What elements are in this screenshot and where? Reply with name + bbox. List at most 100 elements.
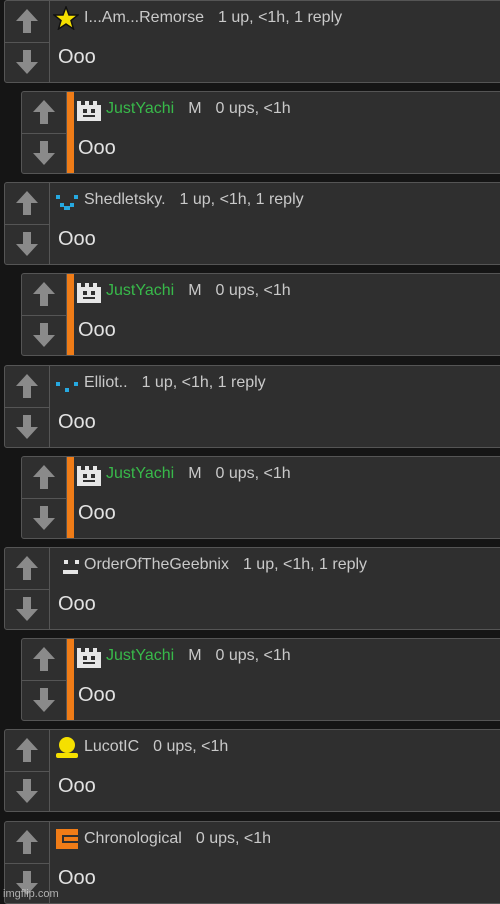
mod-badge: M: [188, 647, 202, 664]
arrow-up-icon: [33, 282, 55, 306]
comment-meta: 0 ups, <1h: [215, 282, 291, 299]
comment-meta: 0 ups, <1h: [153, 738, 229, 755]
username[interactable]: Elliot..: [84, 374, 128, 392]
upvote-button[interactable]: [5, 730, 49, 772]
arrow-up-icon: [33, 100, 55, 124]
mod-badge: M: [188, 465, 202, 482]
arrow-down-icon: [16, 50, 38, 74]
star-icon: [53, 6, 81, 30]
comment: Elliot.. 1 up, <1h, 1 reply Ooo: [4, 365, 500, 448]
vote-column: [5, 1, 50, 82]
vote-column: [5, 183, 50, 264]
comment: LucotIC 0 ups, <1h Ooo: [4, 729, 500, 812]
reply-comment: JustYachi M 0 ups, <1h Ooo: [21, 456, 500, 539]
upvote-button[interactable]: [5, 1, 49, 43]
username[interactable]: JustYachi: [106, 282, 174, 300]
arrow-down-icon: [33, 323, 55, 347]
reply-comment: JustYachi M 0 ups, <1h Ooo: [21, 638, 500, 721]
arrow-up-icon: [16, 830, 38, 854]
downvote-button[interactable]: [22, 498, 66, 538]
username[interactable]: LucotIC: [84, 738, 139, 756]
vote-column: [22, 92, 67, 173]
username[interactable]: OrderOfTheGeebnix: [84, 556, 229, 574]
reply-indicator-bar: [67, 457, 74, 538]
downvote-button[interactable]: [22, 133, 66, 173]
arrow-down-icon: [16, 779, 38, 803]
comment-meta: 1 up, <1h, 1 reply: [141, 374, 266, 391]
comment: I...Am...Remorse 1 up, <1h, 1 reply Ooo: [4, 0, 500, 83]
comment-meta: 0 ups, <1h: [215, 100, 291, 117]
pixel-face-icon: [75, 462, 103, 486]
pixel-face-icon: [75, 644, 103, 668]
comment-text: Ooo: [78, 319, 116, 341]
person-icon: [53, 735, 81, 759]
downvote-button[interactable]: [5, 224, 49, 264]
comment-text: Ooo: [78, 684, 116, 706]
downvote-button[interactable]: [5, 589, 49, 629]
arrow-down-icon: [16, 597, 38, 621]
arrow-up-icon: [33, 647, 55, 671]
arrow-up-icon: [16, 738, 38, 762]
dots-face-icon: [53, 371, 81, 395]
arrow-up-icon: [16, 9, 38, 33]
downvote-button[interactable]: [5, 407, 49, 447]
vote-column: [5, 548, 50, 629]
comment-meta: 1 up, <1h, 1 reply: [179, 191, 304, 208]
downvote-button[interactable]: [5, 42, 49, 82]
flat-face-icon: [53, 553, 81, 577]
comment: OrderOfTheGeebnix 1 up, <1h, 1 reply Ooo: [4, 547, 500, 630]
reply-indicator-bar: [67, 639, 74, 720]
comment-text: Ooo: [58, 593, 96, 615]
downvote-button[interactable]: [22, 315, 66, 355]
comment-text: Ooo: [58, 867, 96, 889]
watermark: imgflip.com: [3, 888, 59, 900]
comment-text: Ooo: [58, 411, 96, 433]
upvote-button[interactable]: [22, 639, 66, 681]
upvote-button[interactable]: [22, 274, 66, 316]
downvote-button[interactable]: [5, 771, 49, 811]
comment-text: Ooo: [58, 46, 96, 68]
reply-indicator-bar: [67, 92, 74, 173]
arrow-down-icon: [33, 141, 55, 165]
reply-comment: JustYachi M 0 ups, <1h Ooo: [21, 273, 500, 356]
arrow-down-icon: [33, 688, 55, 712]
arrow-down-icon: [16, 415, 38, 439]
comment-meta: 1 up, <1h, 1 reply: [218, 9, 343, 26]
upvote-button[interactable]: [22, 92, 66, 134]
vote-column: [22, 457, 67, 538]
username[interactable]: I...Am...Remorse: [84, 9, 204, 27]
upvote-button[interactable]: [5, 822, 49, 864]
username[interactable]: JustYachi: [106, 465, 174, 483]
arrow-down-icon: [33, 506, 55, 530]
comment-meta: 0 ups, <1h: [195, 830, 272, 847]
vote-column: [5, 730, 50, 811]
mod-badge: M: [188, 282, 202, 299]
arrow-down-icon: [16, 232, 38, 256]
vote-column: [5, 366, 50, 447]
comment: Chronological 0 ups, <1h Ooo: [4, 821, 500, 904]
username[interactable]: JustYachi: [106, 647, 174, 665]
username[interactable]: Shedletsky.: [84, 191, 166, 209]
comment-text: Ooo: [78, 502, 116, 524]
upvote-button[interactable]: [5, 366, 49, 408]
upvote-button[interactable]: [22, 457, 66, 499]
vote-column: [22, 639, 67, 720]
arrow-up-icon: [16, 374, 38, 398]
comment-meta: 1 up, <1h, 1 reply: [242, 556, 368, 573]
comment: Shedletsky. 1 up, <1h, 1 reply Ooo: [4, 182, 500, 265]
comment-meta: 0 ups, <1h: [215, 465, 291, 482]
vote-column: [22, 274, 67, 355]
username[interactable]: JustYachi: [106, 100, 174, 118]
comment-text: Ooo: [58, 228, 96, 250]
downvote-button[interactable]: [22, 680, 66, 720]
pixel-face-icon: [75, 279, 103, 303]
username[interactable]: Chronological: [84, 830, 182, 848]
arrow-up-icon: [16, 556, 38, 580]
smile-face-icon: [53, 188, 81, 212]
upvote-button[interactable]: [5, 183, 49, 225]
orange-block-icon: [53, 827, 81, 851]
pixel-face-icon: [75, 97, 103, 121]
comment-text: Ooo: [58, 775, 96, 797]
mod-badge: M: [188, 100, 202, 117]
upvote-button[interactable]: [5, 548, 49, 590]
